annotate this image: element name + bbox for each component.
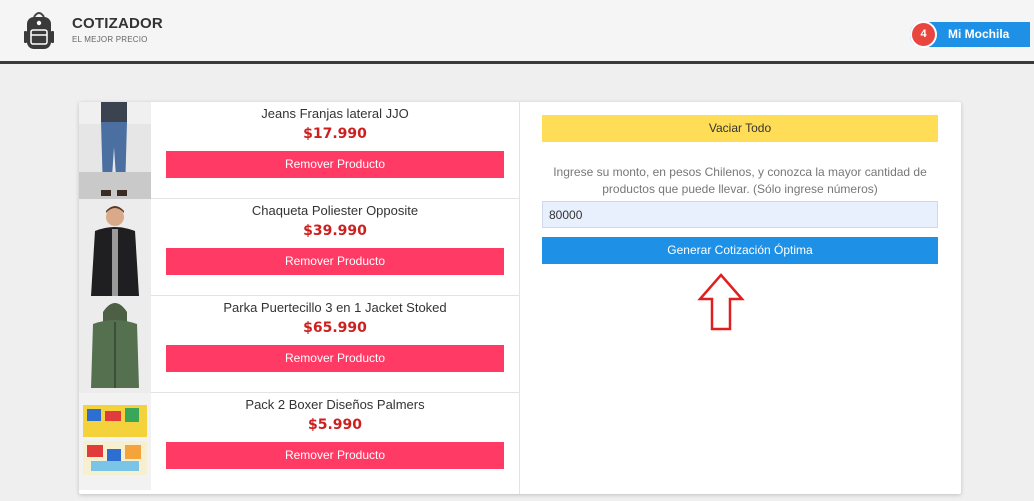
product-image-jacket xyxy=(79,199,151,296)
cart-button[interactable]: 4 Mi Mochila xyxy=(910,21,1030,48)
generate-quote-button[interactable]: Generar Cotización Óptima xyxy=(542,237,938,264)
product-price: $17.990 xyxy=(303,126,367,142)
list-item: Parka Puertecillo 3 en 1 Jacket Stoked $… xyxy=(79,296,520,393)
cart-count-badge: 4 xyxy=(910,21,937,48)
product-image-parka xyxy=(79,296,151,393)
product-price: $5.990 xyxy=(307,417,363,433)
quote-card: Jeans Franjas lateral JJO $17.990 Remove… xyxy=(79,102,961,494)
list-item: Pack 2 Boxer Diseños Palmers $5.990 Remo… xyxy=(79,393,520,490)
list-item: Chaqueta Poliester Opposite $39.990 Remo… xyxy=(79,199,520,296)
product-name: Pack 2 Boxer Diseños Palmers xyxy=(245,397,425,412)
brand-title: COTIZADOR xyxy=(72,15,163,32)
brand-subtitle: EL MEJOR PRECIO xyxy=(72,35,148,44)
product-image-jeans xyxy=(79,102,151,199)
budget-input[interactable] xyxy=(542,201,938,228)
navbar: COTIZADOR EL MEJOR PRECIO 4 Mi Mochila xyxy=(0,0,1034,64)
remove-product-button[interactable]: Remover Producto xyxy=(166,345,504,372)
list-item: Jeans Franjas lateral JJO $17.990 Remove… xyxy=(79,102,520,199)
cart-label: Mi Mochila xyxy=(948,27,1010,41)
remove-product-button[interactable]: Remover Producto xyxy=(166,442,504,469)
backpack-icon xyxy=(24,12,54,49)
arrow-up-icon xyxy=(697,273,745,331)
product-name: Parka Puertecillo 3 en 1 Jacket Stoked xyxy=(223,300,447,315)
product-name: Jeans Franjas lateral JJO xyxy=(261,106,409,121)
product-price: $39.990 xyxy=(303,223,367,239)
product-list: Jeans Franjas lateral JJO $17.990 Remove… xyxy=(79,102,520,494)
product-image-boxer xyxy=(79,393,151,490)
remove-product-button[interactable]: Remover Producto xyxy=(166,151,504,178)
remove-product-button[interactable]: Remover Producto xyxy=(166,248,504,275)
clear-all-button[interactable]: Vaciar Todo xyxy=(542,115,938,142)
product-price: $65.990 xyxy=(303,320,367,336)
product-name: Chaqueta Poliester Opposite xyxy=(251,203,419,218)
budget-instructions: Ingrese su monto, en pesos Chilenos, y c… xyxy=(553,165,927,196)
